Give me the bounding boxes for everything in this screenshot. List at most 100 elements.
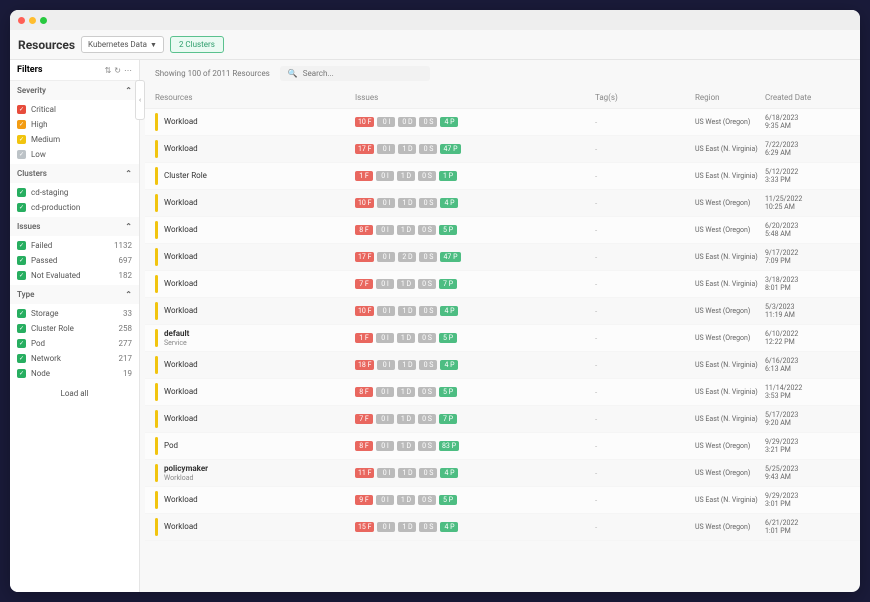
table-row[interactable]: Workload 7 F 0 I 1 D 0 S 7 P - US East (… bbox=[145, 406, 860, 433]
pill-d[interactable]: 1 D bbox=[397, 225, 415, 235]
pill-info[interactable]: 0 I bbox=[377, 198, 395, 208]
pill-d[interactable]: 1 D bbox=[398, 360, 416, 370]
window-min-dot[interactable] bbox=[29, 17, 36, 24]
pill-failed[interactable]: 1 F bbox=[355, 171, 373, 181]
pill-s[interactable]: 0 S bbox=[419, 252, 437, 262]
pill-s[interactable]: 0 S bbox=[418, 387, 436, 397]
pill-passed[interactable]: 47 P bbox=[440, 144, 460, 154]
pill-d[interactable]: 1 D bbox=[397, 441, 415, 451]
table-row[interactable]: Workload 10 F 0 I 1 D 0 S 4 P - US West … bbox=[145, 190, 860, 217]
pill-d[interactable]: 1 D bbox=[398, 144, 416, 154]
table-row[interactable]: policymaker Workload 11 F 0 I 1 D 0 S 4 … bbox=[145, 460, 860, 487]
pill-s[interactable]: 0 S bbox=[419, 198, 437, 208]
pill-failed[interactable]: 8 F bbox=[355, 225, 373, 235]
pill-d[interactable]: 1 D bbox=[398, 522, 416, 532]
filter-item[interactable]: ✓Low bbox=[10, 147, 139, 162]
pill-info[interactable]: 0 I bbox=[376, 387, 394, 397]
checkbox-icon[interactable]: ✓ bbox=[17, 241, 26, 250]
checkbox-icon[interactable]: ✓ bbox=[17, 271, 26, 280]
pill-s[interactable]: 0 S bbox=[418, 171, 436, 181]
filter-section-clusters[interactable]: Clusters⌃ bbox=[10, 164, 139, 183]
cluster-filter-button[interactable]: 2 Clusters bbox=[170, 36, 224, 53]
pill-failed[interactable]: 10 F bbox=[355, 306, 374, 316]
table-row[interactable]: Cluster Role 1 F 0 I 1 D 0 S 1 P - US Ea… bbox=[145, 163, 860, 190]
pill-passed[interactable]: 4 P bbox=[440, 306, 458, 316]
pill-s[interactable]: 0 S bbox=[419, 117, 437, 127]
filter-section-type[interactable]: Type⌃ bbox=[10, 285, 139, 304]
window-close-dot[interactable] bbox=[18, 17, 25, 24]
col-resources[interactable]: Resources bbox=[155, 93, 355, 102]
filter-item[interactable]: ✓Failed1132 bbox=[10, 238, 139, 253]
pill-failed[interactable]: 7 F bbox=[355, 414, 373, 424]
pill-passed[interactable]: 5 P bbox=[439, 333, 457, 343]
table-row[interactable]: Workload 18 F 0 I 1 D 0 S 4 P - US East … bbox=[145, 352, 860, 379]
filter-section-severity[interactable]: Severity⌃ bbox=[10, 81, 139, 100]
filter-item[interactable]: ✓High bbox=[10, 117, 139, 132]
search-box[interactable]: 🔍 bbox=[280, 66, 430, 81]
pill-passed[interactable]: 5 P bbox=[439, 387, 457, 397]
table-row[interactable]: Workload 9 F 0 I 1 D 0 S 5 P - US East (… bbox=[145, 487, 860, 514]
pill-s[interactable]: 0 S bbox=[419, 306, 437, 316]
pill-d[interactable]: 1 D bbox=[397, 171, 415, 181]
checkbox-icon[interactable]: ✓ bbox=[17, 203, 26, 212]
pill-passed[interactable]: 4 P bbox=[440, 468, 458, 478]
pill-passed[interactable]: 5 P bbox=[439, 225, 457, 235]
col-issues[interactable]: Issues bbox=[355, 93, 595, 102]
pill-info[interactable]: 0 I bbox=[376, 279, 394, 289]
table-row[interactable]: Workload 10 F 0 I 1 D 0 S 4 P - US West … bbox=[145, 298, 860, 325]
pill-info[interactable]: 0 I bbox=[376, 414, 394, 424]
filter-section-issues[interactable]: Issues⌃ bbox=[10, 217, 139, 236]
pill-failed[interactable]: 8 F bbox=[355, 441, 373, 451]
pill-d[interactable]: 2 D bbox=[398, 252, 416, 262]
filter-item[interactable]: ✓cd-production bbox=[10, 200, 139, 215]
pill-passed[interactable]: 7 P bbox=[439, 279, 457, 289]
pill-info[interactable]: 0 I bbox=[376, 333, 394, 343]
pill-s[interactable]: 0 S bbox=[418, 441, 436, 451]
search-input[interactable] bbox=[303, 69, 422, 78]
filter-item[interactable]: ✓Passed697 bbox=[10, 253, 139, 268]
filter-item[interactable]: ✓Critical bbox=[10, 102, 139, 117]
filter-item[interactable]: ✓Network217 bbox=[10, 351, 139, 366]
table-row[interactable]: Pod 8 F 0 I 1 D 0 S 83 P - US West (Oreg… bbox=[145, 433, 860, 460]
pill-info[interactable]: 0 I bbox=[376, 441, 394, 451]
pill-passed[interactable]: 4 P bbox=[440, 360, 458, 370]
pill-info[interactable]: 0 I bbox=[377, 360, 395, 370]
table-row[interactable]: Workload 15 F 0 I 1 D 0 S 4 P - US West … bbox=[145, 514, 860, 541]
checkbox-icon[interactable]: ✓ bbox=[17, 309, 26, 318]
pill-failed[interactable]: 9 F bbox=[355, 495, 373, 505]
pill-failed[interactable]: 1 F bbox=[355, 333, 373, 343]
col-tags[interactable]: Tag(s) bbox=[595, 93, 695, 102]
checkbox-icon[interactable]: ✓ bbox=[17, 150, 26, 159]
checkbox-icon[interactable]: ✓ bbox=[17, 188, 26, 197]
pill-info[interactable]: 0 I bbox=[377, 522, 395, 532]
filter-item[interactable]: ✓Cluster Role258 bbox=[10, 321, 139, 336]
pill-failed[interactable]: 17 F bbox=[355, 252, 374, 262]
load-all-button[interactable]: Load all bbox=[10, 383, 139, 404]
pill-d[interactable]: 1 D bbox=[397, 387, 415, 397]
refresh-icon[interactable]: ↻ bbox=[114, 66, 121, 75]
window-max-dot[interactable] bbox=[40, 17, 47, 24]
pill-s[interactable]: 0 S bbox=[418, 495, 436, 505]
pill-s[interactable]: 0 S bbox=[418, 279, 436, 289]
pill-info[interactable]: 0 I bbox=[377, 252, 395, 262]
table-row[interactable]: Workload 17 F 0 I 2 D 0 S 47 P - US East… bbox=[145, 244, 860, 271]
checkbox-icon[interactable]: ✓ bbox=[17, 369, 26, 378]
pill-failed[interactable]: 11 F bbox=[355, 468, 374, 478]
table-row[interactable]: Workload 8 F 0 I 1 D 0 S 5 P - US West (… bbox=[145, 217, 860, 244]
sidebar-collapse-button[interactable]: ‹ bbox=[135, 80, 145, 120]
table-row[interactable]: Workload 8 F 0 I 1 D 0 S 5 P - US East (… bbox=[145, 379, 860, 406]
pill-info[interactable]: 0 I bbox=[377, 306, 395, 316]
pill-passed[interactable]: 7 P bbox=[439, 414, 457, 424]
pill-passed[interactable]: 83 P bbox=[439, 441, 459, 451]
checkbox-icon[interactable]: ✓ bbox=[17, 105, 26, 114]
pill-failed[interactable]: 8 F bbox=[355, 387, 373, 397]
pill-s[interactable]: 0 S bbox=[418, 225, 436, 235]
pill-s[interactable]: 0 S bbox=[418, 333, 436, 343]
pill-info[interactable]: 0 I bbox=[376, 495, 394, 505]
pill-d[interactable]: 1 D bbox=[397, 333, 415, 343]
filter-item[interactable]: ✓cd-staging bbox=[10, 185, 139, 200]
pill-info[interactable]: 0 I bbox=[377, 468, 395, 478]
pill-failed[interactable]: 15 F bbox=[355, 522, 374, 532]
checkbox-icon[interactable]: ✓ bbox=[17, 256, 26, 265]
checkbox-icon[interactable]: ✓ bbox=[17, 339, 26, 348]
